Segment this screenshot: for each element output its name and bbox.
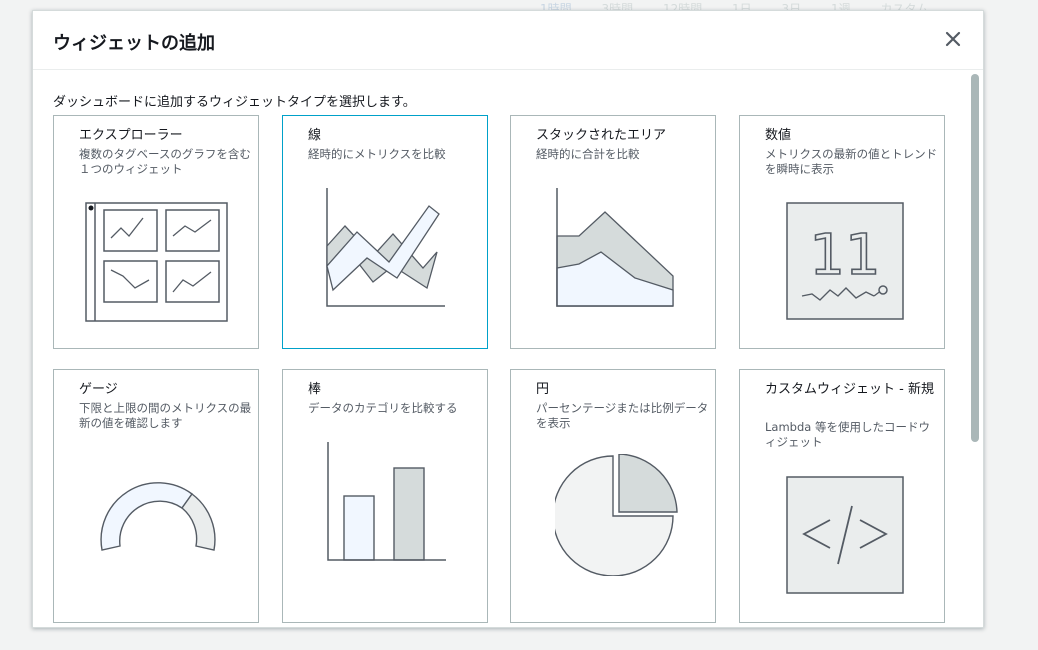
card-title: 数値 bbox=[765, 128, 792, 143]
card-description: 経時的にメトリクスを比較 bbox=[308, 147, 446, 161]
modal-header: ウィジェットの追加 bbox=[33, 11, 983, 70]
add-widget-modal: ウィジェットの追加 ダッシュボードに追加するウィジェットタイプを選択します。 エ… bbox=[32, 10, 984, 628]
modal-title: ウィジェットの追加 bbox=[53, 33, 215, 54]
widget-card-stacked-area[interactable]: スタックされたエリア 経時的に合計を比較 bbox=[510, 115, 716, 349]
modal-description: ダッシュボードに追加するウィジェットタイプを選択します。 bbox=[53, 95, 416, 110]
card-description: 複数のタグベースのグラフを含む１つのウィジェット bbox=[79, 147, 251, 176]
widget-card-pie[interactable]: 円 パーセンテージまたは比例データを表示 bbox=[510, 369, 716, 623]
gauge-icon bbox=[100, 482, 216, 551]
widget-card-custom[interactable]: カスタムウィジェット - 新規 Lambda 等を使用したコードウィジェット bbox=[739, 369, 945, 623]
card-title: エクスプローラー bbox=[79, 128, 183, 143]
card-title: 線 bbox=[308, 128, 322, 143]
card-description: データのカテゴリを比較する bbox=[308, 401, 458, 415]
widget-card-number[interactable]: 数値 メトリクスの最新の値とトレンドを瞬時に表示 11 bbox=[739, 115, 945, 349]
card-description: Lambda 等を使用したコードウィジェット bbox=[765, 420, 930, 449]
widget-card-bar[interactable]: 棒 データのカテゴリを比較する bbox=[282, 369, 488, 623]
close-icon bbox=[945, 31, 961, 47]
card-title: ゲージ bbox=[79, 382, 118, 397]
widget-card-line[interactable]: 線 経時的にメトリクスを比較 bbox=[282, 115, 488, 349]
line-chart-icon bbox=[326, 188, 445, 307]
modal-body: ダッシュボードに追加するウィジェットタイプを選択します。 エクスプローラー 複数… bbox=[33, 70, 983, 627]
number-icon: 11 bbox=[786, 202, 904, 320]
modal-scrollbar[interactable] bbox=[971, 74, 979, 623]
card-description: 経時的に合計を比較 bbox=[536, 147, 640, 161]
number-icon-value: 11 bbox=[809, 223, 880, 288]
card-title: スタックされたエリア bbox=[536, 128, 667, 143]
card-description: パーセンテージまたは比例データを表示 bbox=[536, 401, 709, 430]
bar-chart-icon bbox=[327, 442, 446, 561]
card-title: 棒 bbox=[308, 382, 322, 397]
stacked-area-icon bbox=[556, 188, 674, 307]
code-icon bbox=[786, 476, 904, 594]
card-title: カスタムウィジェット - 新規 bbox=[765, 382, 934, 397]
card-title: 円 bbox=[536, 382, 550, 397]
card-description: 下限と上限の間のメトリクスの最新の値を確認します bbox=[79, 401, 252, 430]
widget-card-explorer[interactable]: エクスプローラー 複数のタグベースのグラフを含む１つのウィジェット bbox=[53, 115, 259, 349]
explorer-icon bbox=[85, 202, 228, 322]
widget-card-gauge[interactable]: ゲージ 下限と上限の間のメトリクスの最新の値を確認します bbox=[53, 369, 259, 623]
close-button[interactable] bbox=[941, 27, 965, 51]
pie-chart-icon bbox=[555, 454, 678, 576]
scrollbar-thumb[interactable] bbox=[971, 74, 979, 442]
card-description: メトリクスの最新の値とトレンドを瞬時に表示 bbox=[765, 147, 938, 176]
